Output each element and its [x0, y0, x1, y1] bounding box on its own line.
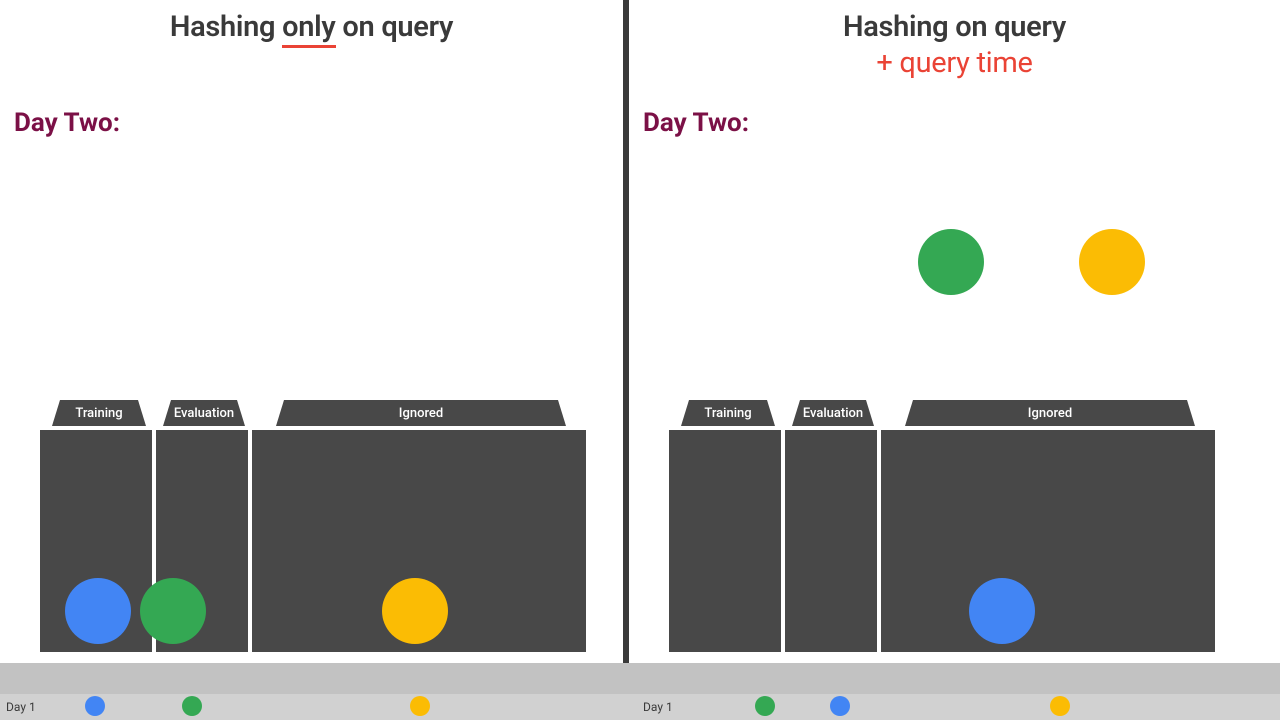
left-panel: Hashing only on query Day Two: Training … [0, 0, 623, 720]
right-title: Hashing on query + query time [629, 0, 1280, 80]
yellow-circle-floating [1079, 229, 1145, 295]
day1-label-left: Day 1 [6, 700, 36, 714]
day-label-left: Day Two: [14, 108, 120, 138]
title-post: on query [336, 10, 454, 44]
yellow-circle-left [382, 578, 448, 644]
day1-green-left [182, 696, 202, 716]
day-label-right: Day Two: [643, 108, 749, 138]
training-tab: Training [52, 400, 146, 426]
title-emphasis: only [282, 10, 335, 44]
blue-circle-left [65, 578, 131, 644]
evaluation-box-r [785, 430, 877, 652]
title-line: Hashing only on query [0, 10, 623, 44]
footer-strip: Day 1 Day 1 [0, 663, 1280, 720]
title-pre: Hashing [170, 10, 282, 44]
training-box-r [669, 430, 781, 652]
green-circle-left [140, 578, 206, 644]
day1-blue-right [830, 696, 850, 716]
training-tab-r: Training [681, 400, 775, 426]
day1-green-right [755, 696, 775, 716]
day1-yellow-left [410, 696, 430, 716]
day1-yellow-right [1050, 696, 1070, 716]
ignored-tab: Ignored [276, 400, 566, 426]
left-title: Hashing only on query [0, 0, 623, 44]
day1-label-right: Day 1 [643, 700, 673, 714]
evaluation-tab-r: Evaluation [792, 400, 874, 426]
blue-circle-right [969, 578, 1035, 644]
title-line1: Hashing on query [629, 10, 1280, 44]
day1-blue-left [85, 696, 105, 716]
ignored-tab-r: Ignored [905, 400, 1195, 426]
evaluation-tab: Evaluation [163, 400, 245, 426]
title-line2: + query time [629, 46, 1280, 80]
green-circle-floating [918, 229, 984, 295]
right-panel: Hashing on query + query time Day Two: T… [629, 0, 1280, 720]
ignored-box-r [881, 430, 1215, 652]
